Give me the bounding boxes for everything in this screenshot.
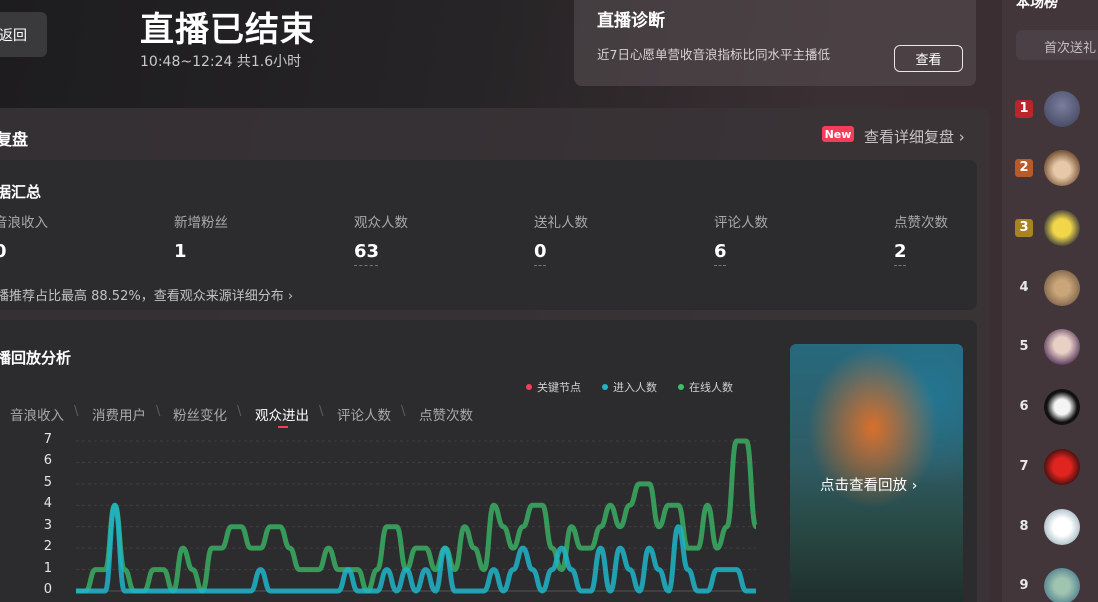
legend-label: 进入人数 bbox=[613, 381, 657, 394]
traffic-source-link[interactable]: 播推荐占比最高 88.52%，查看观众来源详细分布 › bbox=[0, 285, 293, 304]
avatar bbox=[1044, 389, 1080, 425]
tab-audience-flow[interactable]: 观众进出 bbox=[255, 404, 309, 424]
legend-entries[interactable]: 进入人数 bbox=[602, 379, 657, 395]
metric-likes[interactable]: 点赞次数 2 bbox=[894, 211, 948, 266]
avatar bbox=[1044, 329, 1080, 365]
diagnosis-view-button[interactable]: 查看 bbox=[894, 45, 963, 72]
ranking-tab-first-gift[interactable]: 首次送礼 bbox=[1016, 30, 1098, 60]
metric-viewers[interactable]: 观众人数 63 bbox=[354, 211, 408, 266]
tab-fans-change[interactable]: 粉丝变化 bbox=[173, 404, 227, 424]
metric-value: 0 bbox=[0, 241, 7, 262]
active-tab-indicator bbox=[278, 426, 288, 428]
metric-underline bbox=[534, 265, 546, 266]
metric-commenters[interactable]: 评论人数 6 bbox=[714, 211, 768, 266]
legend-label: 在线人数 bbox=[689, 381, 733, 394]
diagnosis-description: 近7日心愿单营收音浪指标比同水平主播低 bbox=[597, 47, 830, 62]
replay-thumbnail[interactable] bbox=[790, 344, 963, 602]
ranking-row[interactable]: 7 bbox=[1012, 448, 1098, 488]
metric-underline bbox=[354, 265, 378, 266]
ranking-row[interactable]: 9 bbox=[1012, 567, 1098, 602]
analysis-title: 播回放分析 bbox=[0, 349, 72, 367]
legend-dot bbox=[678, 384, 684, 390]
metric-income[interactable]: 音浪收入 0 bbox=[0, 211, 48, 262]
metric-new-fans[interactable]: 新增粉丝 1 bbox=[174, 211, 228, 262]
metric-label: 新增粉丝 bbox=[174, 215, 228, 231]
metric-gift-senders[interactable]: 送礼人数 0 bbox=[534, 211, 588, 266]
y-tick-label: 5 bbox=[43, 474, 52, 490]
metric-label: 音浪收入 bbox=[0, 215, 48, 231]
rank-number: 1 bbox=[1015, 100, 1033, 118]
metric-underline bbox=[714, 265, 726, 266]
ranking-row[interactable]: 2 bbox=[1012, 149, 1098, 189]
legend-key-nodes[interactable]: 关键节点 bbox=[526, 379, 581, 395]
tab-separator: \ bbox=[237, 404, 242, 419]
avatar bbox=[1044, 150, 1080, 186]
replay-button[interactable]: 点击查看回放 › bbox=[820, 474, 917, 495]
diagnosis-card: 直播诊断 近7日心愿单营收音浪指标比同水平主播低 查看 bbox=[574, 0, 976, 86]
rank-number: 2 bbox=[1015, 159, 1033, 177]
metric-label: 点赞次数 bbox=[894, 215, 948, 231]
tab-separator: \ bbox=[401, 404, 406, 419]
avatar bbox=[1044, 449, 1080, 485]
y-tick-label: 2 bbox=[43, 539, 52, 555]
summary-title: 据汇总 bbox=[0, 183, 42, 201]
tab-likes[interactable]: 点赞次数 bbox=[419, 404, 473, 424]
y-tick-label: 0 bbox=[43, 582, 52, 597]
tab-separator: \ bbox=[319, 404, 324, 419]
ranking-row[interactable]: 5 bbox=[1012, 328, 1098, 368]
page-title: 直播已结束 bbox=[140, 10, 315, 50]
avatar bbox=[1044, 509, 1080, 545]
rank-number: 9 bbox=[1019, 578, 1029, 593]
rank-number: 8 bbox=[1019, 519, 1029, 534]
tab-separator: \ bbox=[156, 404, 161, 419]
metric-value: 1 bbox=[174, 241, 187, 262]
rank-number: 3 bbox=[1015, 219, 1033, 237]
live-time-info: 10:48~12:24 共1.6小时 bbox=[140, 54, 302, 70]
avatar bbox=[1044, 91, 1080, 127]
metric-value: 0 bbox=[534, 241, 547, 262]
y-tick-label: 1 bbox=[43, 560, 52, 576]
ranking-row[interactable]: 8 bbox=[1012, 508, 1098, 548]
legend-online[interactable]: 在线人数 bbox=[678, 379, 733, 395]
avatar bbox=[1044, 568, 1080, 602]
metric-underline bbox=[894, 265, 906, 266]
ranking-row[interactable]: 3 bbox=[1012, 209, 1098, 249]
legend-label: 关键节点 bbox=[537, 381, 581, 394]
y-tick-label: 4 bbox=[43, 496, 52, 512]
y-tick-label: 7 bbox=[43, 432, 52, 447]
metric-value: 6 bbox=[714, 241, 727, 262]
tab-consumers[interactable]: 消费用户 bbox=[92, 404, 146, 424]
ranking-row[interactable]: 1 bbox=[1012, 90, 1098, 130]
tab-separator: \ bbox=[74, 404, 79, 419]
y-tick-label: 6 bbox=[43, 453, 52, 469]
rank-number: 6 bbox=[1019, 399, 1029, 414]
metric-label: 评论人数 bbox=[714, 215, 768, 231]
back-label: 返回 bbox=[0, 27, 27, 44]
legend-dot bbox=[526, 384, 532, 390]
detailed-review-link[interactable]: 查看详细复盘 › bbox=[864, 126, 965, 147]
rank-number: 7 bbox=[1019, 459, 1029, 474]
ranking-row[interactable]: 4 bbox=[1012, 269, 1098, 309]
new-badge: New bbox=[822, 126, 854, 142]
metric-label: 观众人数 bbox=[354, 215, 408, 231]
metric-value: 2 bbox=[894, 241, 907, 262]
tab-income[interactable]: 音浪收入 bbox=[10, 404, 64, 424]
metric-label: 送礼人数 bbox=[534, 215, 588, 231]
back-button[interactable]: 返回 bbox=[0, 12, 47, 57]
diagnosis-title: 直播诊断 bbox=[597, 11, 665, 31]
rank-number: 4 bbox=[1019, 280, 1029, 295]
tab-commenters[interactable]: 评论人数 bbox=[337, 404, 391, 424]
ranking-title: 本场榜 bbox=[1016, 0, 1058, 11]
metric-value: 63 bbox=[354, 241, 380, 262]
avatar bbox=[1044, 210, 1080, 246]
avatar bbox=[1044, 270, 1080, 306]
ranking-row[interactable]: 6 bbox=[1012, 388, 1098, 428]
y-tick-label: 3 bbox=[43, 517, 52, 533]
rank-number: 5 bbox=[1019, 339, 1029, 354]
review-title: 复盘 bbox=[0, 130, 29, 149]
legend-dot bbox=[602, 384, 608, 390]
